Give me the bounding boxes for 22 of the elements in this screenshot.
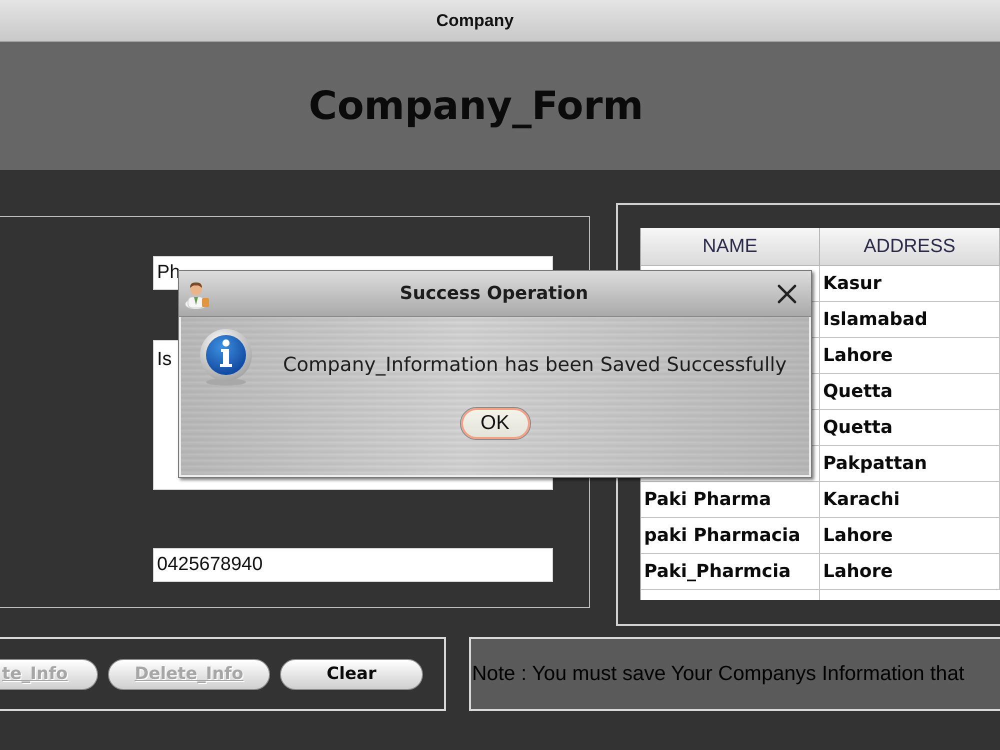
form-title: Company_Form: [308, 84, 644, 128]
table-cell: Islamabad: [820, 302, 1000, 338]
table-cell: Pakpattan: [820, 446, 1000, 482]
column-header[interactable]: ADDRESS: [820, 228, 1000, 266]
action-button[interactable]: Clear: [280, 658, 423, 690]
table-cell: paki Pharmacia: [641, 518, 820, 554]
input-field[interactable]: 0425678940: [153, 548, 553, 582]
note-text: Note : You must save Your Companys Information that: [472, 662, 964, 686]
table-cell: Paki Pharma: [641, 482, 820, 518]
window-title: Company: [436, 10, 514, 30]
table-cell: Lahore: [820, 518, 1000, 554]
dialog-title: Success Operation: [398, 283, 590, 304]
column-header[interactable]: NAME: [641, 228, 820, 266]
table-cell: Quetta: [820, 374, 1000, 410]
table-cell: Karachi: [820, 482, 1000, 518]
info-icon: [199, 329, 253, 387]
table-cell: Kasur: [820, 266, 1000, 302]
table-cell: Lahore: [820, 338, 1000, 374]
ok-button[interactable]: OK: [460, 407, 530, 440]
dialog-message: Company_Information has been Saved Successfully: [283, 353, 787, 376]
close-icon[interactable]: [777, 284, 797, 304]
table-cell: Quetta: [820, 410, 1000, 446]
